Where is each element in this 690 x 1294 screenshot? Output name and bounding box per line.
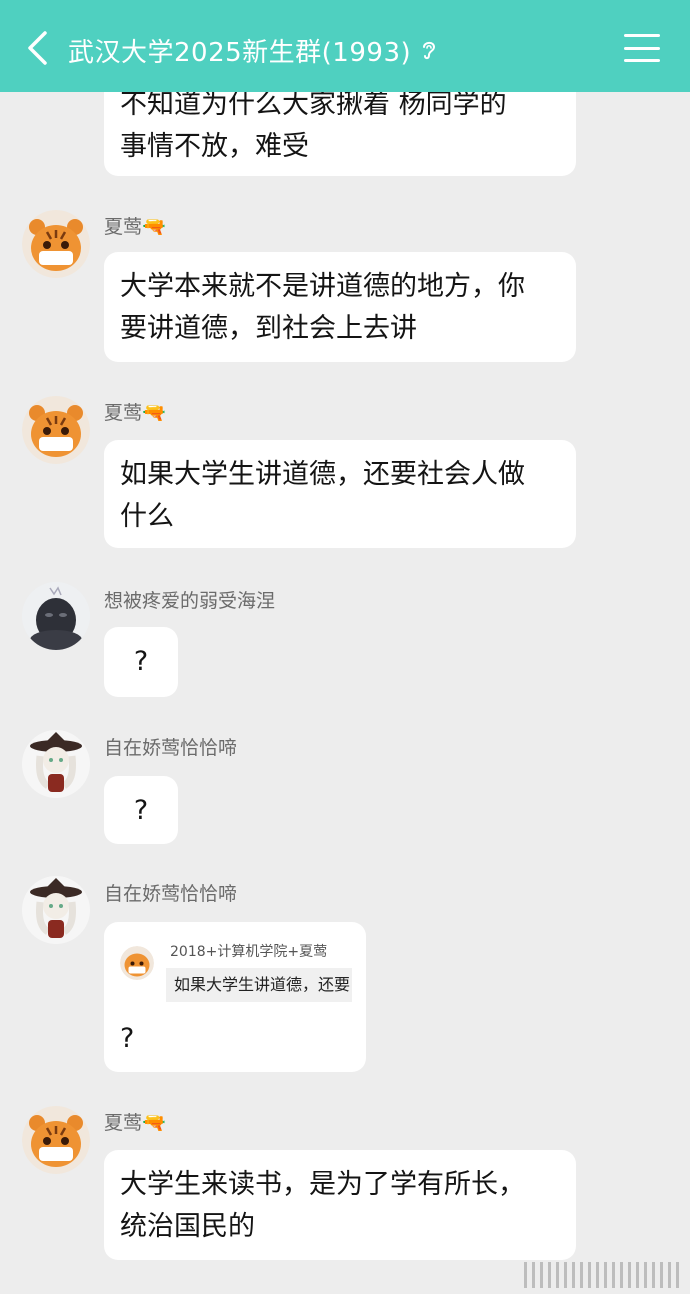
avatar[interactable] xyxy=(22,210,90,278)
message-line: 大学生来读书，是为了学有所长， xyxy=(120,1169,525,1200)
sender-name: 自在娇莺恰恰啼 xyxy=(104,737,238,759)
message-line: ? xyxy=(120,1023,135,1054)
menu-line xyxy=(624,46,660,50)
avatar[interactable] xyxy=(22,1106,90,1174)
sender-name: 夏莺🔫 xyxy=(104,216,166,238)
message-bubble[interactable]: ? xyxy=(104,627,178,697)
message-line: 事情不放，难受 xyxy=(120,131,309,162)
watermark-bars xyxy=(524,1262,684,1288)
avatar[interactable] xyxy=(22,730,90,798)
message-line: 什么 xyxy=(120,501,174,532)
quote-author: 2018+计算机学院+夏莺 xyxy=(170,944,328,960)
chat-title[interactable]: 武汉大学2025新生群(1993) xyxy=(68,30,437,70)
sender-name: 自在娇莺恰恰啼 xyxy=(104,883,238,905)
quote-text: 如果大学生讲道德，还要 xyxy=(166,968,352,1002)
anime-girl-avatar-icon xyxy=(22,730,90,798)
message-bubble[interactable]: 大学生来读书，是为了学有所长， 统治国民的 xyxy=(104,1150,576,1260)
chevron-left-icon xyxy=(28,31,47,65)
message-line: 要讲道德，到社会上去讲 xyxy=(120,313,417,344)
menu-button[interactable] xyxy=(624,34,660,62)
tiger-avatar-icon xyxy=(22,396,90,464)
avatar[interactable] xyxy=(22,396,90,464)
sender-name: 夏莺🔫 xyxy=(104,402,166,424)
quote-block[interactable]: 2018+计算机学院+夏莺 如果大学生讲道德，还要 xyxy=(120,944,356,1002)
message-line: 统治国民的 xyxy=(120,1211,255,1242)
menu-line xyxy=(624,34,660,37)
message-bubble[interactable]: 大学本来就不是讲道德的地方，你 要讲道德，到社会上去讲 xyxy=(104,252,576,362)
chat-header: 武汉大学2025新生群(1993) xyxy=(0,0,690,92)
chat-title-text: 武汉大学2025新生群(1993) xyxy=(68,37,412,68)
sender-name: 想被疼爱的弱受海涅 xyxy=(104,590,276,612)
message-bubble[interactable]: 如果大学生讲道德，还要社会人做 什么 xyxy=(104,440,576,548)
tiger-avatar-icon xyxy=(120,946,154,980)
sender-name: 夏莺🔫 xyxy=(104,1112,166,1134)
avatar[interactable] xyxy=(22,582,90,650)
back-button[interactable] xyxy=(22,30,52,66)
message-line: 大学本来就不是讲道德的地方，你 xyxy=(120,271,525,302)
reply-bubble[interactable]: 2018+计算机学院+夏莺 如果大学生讲道德，还要 ? xyxy=(104,922,366,1072)
menu-line xyxy=(624,59,660,62)
anime-girl-avatar-icon xyxy=(22,876,90,944)
tiger-avatar-icon xyxy=(22,210,90,278)
tiger-avatar-icon xyxy=(22,1106,90,1174)
message-line: ? xyxy=(133,795,149,826)
statue-avatar-icon xyxy=(22,582,90,650)
avatar[interactable] xyxy=(22,876,90,944)
message-line: ? xyxy=(133,646,149,677)
message-line: 如果大学生讲道德，还要社会人做 xyxy=(120,459,525,490)
ear-icon xyxy=(421,39,437,61)
message-bubble[interactable]: ? xyxy=(104,776,178,844)
